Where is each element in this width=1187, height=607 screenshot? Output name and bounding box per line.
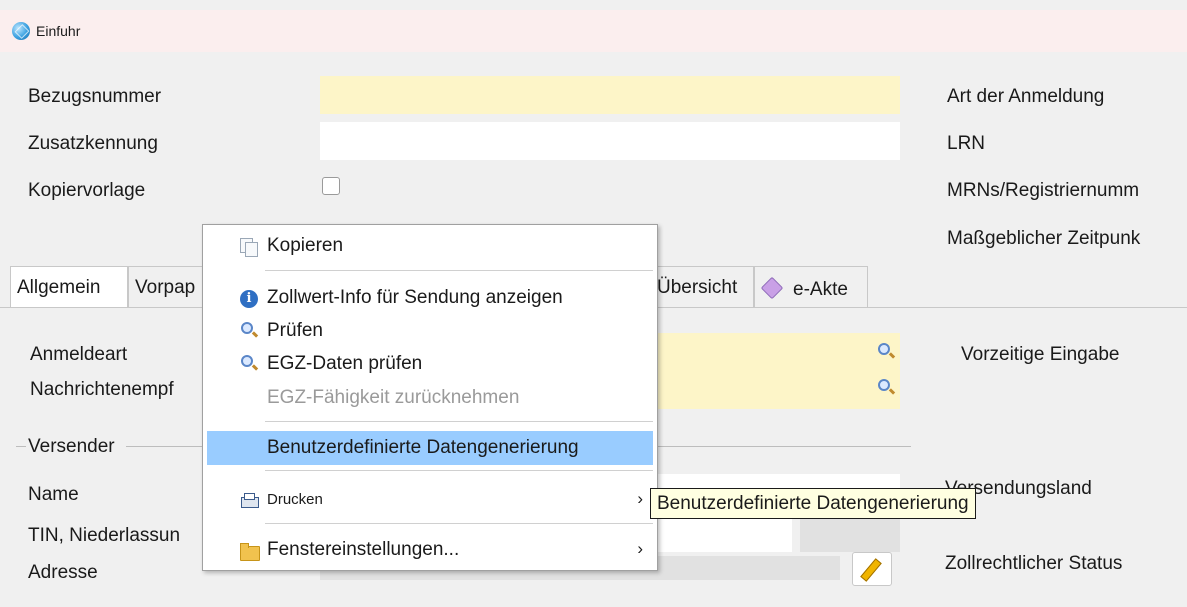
- niederlassung-input[interactable]: [800, 516, 900, 552]
- window-titlebar: Einfuhr: [0, 10, 1187, 52]
- label-zusatzkennung: Zusatzkennung: [28, 133, 158, 154]
- search-icon[interactable]: [878, 343, 890, 355]
- menu-item-zollwert-info[interactable]: i Zollwert-Info für Sendung anzeigen: [207, 281, 653, 315]
- label-vorzeitige-eingabe: Vorzeitige Eingabe: [961, 344, 1120, 365]
- menu-item-label: Zollwert-Info für Sendung anzeigen: [267, 287, 563, 308]
- menu-item-benutzerdefinierte-datengenerierung[interactable]: Benutzerdefinierte Datengenerierung: [207, 431, 653, 465]
- menu-item-fenstereinstellungen[interactable]: Fenstereinstellungen... ›: [207, 533, 653, 567]
- label-massgeblicher-zeitpunkt: Maßgeblicher Zeitpunk: [947, 228, 1141, 249]
- menu-item-egz-faehigkeit-zuruecknehmen: EGZ-Fähigkeit zurücknehmen: [207, 381, 653, 415]
- menu-item-label: Fenstereinstellungen...: [267, 539, 460, 560]
- tab-e-akte[interactable]: e-Akte: [754, 266, 868, 308]
- tab-label: Allgemein: [17, 277, 101, 298]
- tab-label: e-Akte: [793, 279, 848, 300]
- label-mrns: MRNs/Registriernumm: [947, 180, 1140, 201]
- menu-item-label: Benutzerdefinierte Datengenerierung: [267, 437, 579, 458]
- menu-item-drucken[interactable]: Drucken ›: [207, 483, 653, 517]
- label-zollrechtlicher-status: Zollrechtlicher Status: [945, 553, 1123, 574]
- edit-address-button[interactable]: [852, 552, 892, 586]
- tab-label: Übersicht: [657, 277, 738, 298]
- menu-item-label: EGZ-Fähigkeit zurücknehmen: [267, 387, 520, 408]
- menu-separator: [265, 470, 653, 471]
- copy-icon: [240, 238, 258, 257]
- info-icon: i: [240, 290, 258, 308]
- tab-uebersicht[interactable]: Übersicht: [654, 266, 754, 308]
- menu-item-egz-daten-pruefen[interactable]: EGZ-Daten prüfen: [207, 347, 653, 381]
- menu-separator: [265, 523, 653, 524]
- label-nachrichtenempfaenger: Nachrichtenempf: [30, 379, 174, 400]
- menu-item-label: Drucken: [267, 491, 323, 508]
- menu-item-label: Prüfen: [267, 320, 323, 341]
- label-lrn: LRN: [947, 133, 986, 154]
- label-kopiervorlage: Kopiervorlage: [28, 180, 146, 201]
- kopiervorlage-checkbox[interactable]: [322, 177, 340, 195]
- chevron-right-icon: ›: [637, 539, 643, 558]
- label-anmeldeart: Anmeldeart: [30, 344, 128, 365]
- label-name: Name: [28, 484, 79, 505]
- menu-item-label: Kopieren: [267, 235, 344, 256]
- label-art-der-anmeldung: Art der Anmeldung: [947, 86, 1105, 107]
- search-icon[interactable]: [878, 379, 890, 391]
- group-border: [16, 446, 26, 447]
- tab-allgemein[interactable]: Allgemein: [10, 266, 128, 308]
- tab-label: Vorpap: [135, 277, 196, 298]
- menu-item-label: EGZ-Daten prüfen: [267, 353, 423, 374]
- menu-separator: [265, 421, 653, 422]
- context-menu: Kopieren i Zollwert-Info für Sendung anz…: [202, 224, 658, 571]
- menu-separator: [265, 270, 653, 271]
- tab-vorpapiere[interactable]: Vorpap: [128, 266, 208, 308]
- magnifier-icon: [241, 322, 253, 334]
- tag-icon: [761, 277, 785, 299]
- group-title-versender: Versender: [28, 436, 115, 457]
- folder-icon: [240, 542, 260, 561]
- chevron-right-icon: ›: [637, 489, 643, 508]
- label-tin-niederlassung: TIN, Niederlassun: [28, 525, 181, 546]
- label-bezugsnummer: Bezugsnummer: [28, 86, 162, 107]
- zusatzkennung-input[interactable]: [320, 122, 900, 160]
- pencil-icon: [860, 558, 882, 582]
- window-title: Einfuhr: [36, 23, 81, 39]
- app-cube-icon: [12, 22, 30, 40]
- menu-item-kopieren[interactable]: Kopieren: [207, 229, 653, 263]
- bezugsnummer-input[interactable]: [320, 76, 900, 114]
- label-adresse: Adresse: [28, 562, 98, 583]
- tooltip: Benutzerdefinierte Datengenerierung: [650, 488, 976, 519]
- magnifier-icon: [241, 355, 253, 367]
- printer-icon: [240, 492, 259, 510]
- menu-item-pruefen[interactable]: Prüfen: [207, 314, 653, 348]
